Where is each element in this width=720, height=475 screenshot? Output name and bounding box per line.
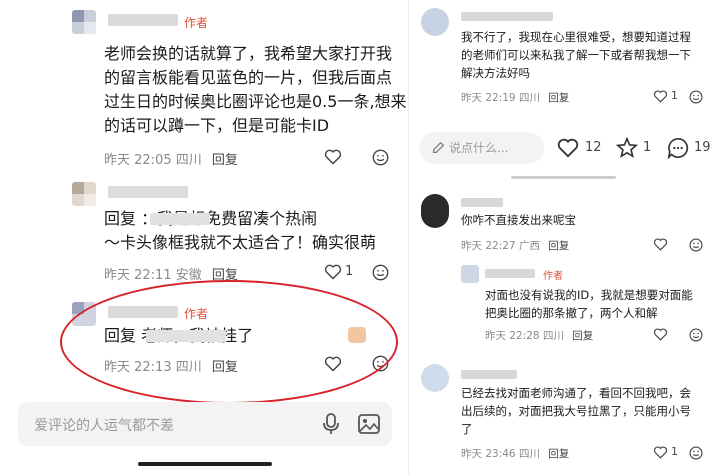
home-indicator	[138, 462, 272, 466]
like-count: 1	[345, 264, 354, 279]
timestamp: 昨天 22:19	[461, 92, 516, 104]
blurred-username	[108, 14, 178, 26]
reply-link[interactable]: 回复	[572, 330, 593, 342]
avatar[interactable]	[421, 8, 449, 36]
location: 四川	[518, 92, 540, 104]
right-comment-panel: 我不行了，我现在心里很难受，想要知道过程 的老师们可以来私我了解一下或者帮我想一…	[408, 0, 720, 475]
author-tag: 作者	[184, 16, 209, 30]
like-count: 1	[671, 445, 678, 458]
avatar[interactable]	[421, 194, 449, 228]
like-heart-icon[interactable]	[557, 138, 579, 158]
star-icon[interactable]	[616, 137, 638, 158]
image-icon[interactable]	[358, 414, 380, 434]
timestamp: 昨天 22:05	[104, 153, 172, 168]
reply-link[interactable]: 回复	[212, 153, 238, 168]
author-tag: 作者	[543, 271, 563, 282]
comment-meta: 昨天 22:19 四川 回复	[461, 90, 569, 105]
favorite-total: 1	[643, 140, 652, 155]
comment-meta: 昨天 23:46 四川 回复	[461, 446, 569, 461]
heart-icon[interactable]	[653, 446, 668, 459]
timestamp: 昨天 22:27	[461, 240, 516, 252]
timestamp: 昨天 22:11	[104, 268, 172, 283]
avatar[interactable]	[421, 364, 449, 392]
comment-meta: 昨天 22:27 广西 回复	[461, 238, 569, 253]
emoji-icon[interactable]	[372, 149, 389, 166]
reply-link[interactable]: 回复	[548, 448, 569, 460]
comment-meta: 昨天 22:05 四川 回复	[104, 149, 238, 168]
heart-icon[interactable]	[653, 328, 668, 341]
emoji-icon[interactable]	[689, 90, 703, 104]
emoji-icon[interactable]	[689, 446, 703, 460]
comment-text: 已经去找对面老师沟通了，看回不回我吧，会 出后续的，对面把我大号拉黑了，只能用小…	[461, 386, 691, 436]
microphone-icon[interactable]	[322, 413, 340, 435]
home-indicator	[511, 176, 616, 179]
reply-link[interactable]: 回复	[548, 92, 569, 104]
comment-text: 老师会换的话就算了，我希望大家打开我 的留言板能看见蓝色的一片，但我后面点 过生…	[104, 44, 407, 135]
comment-bubble-icon[interactable]	[667, 137, 689, 159]
avatar[interactable]	[72, 182, 96, 206]
highlight-circle	[60, 280, 398, 404]
heart-icon[interactable]	[324, 149, 342, 165]
blurred-username	[461, 198, 503, 207]
location: 四川	[518, 448, 540, 460]
comment-text: 对面也没有说我的ID，我就是想要对面能 把奥比圈的那条撤了，两个人和解	[485, 288, 693, 320]
location: 四川	[175, 153, 202, 168]
comment-input-bar[interactable]: 爱评论的人运气都不差	[18, 402, 392, 446]
heart-icon[interactable]	[653, 238, 668, 251]
heart-icon[interactable]	[324, 264, 342, 280]
like-count: 1	[671, 89, 678, 102]
comment-text: 你咋不直接发出来呢宝	[461, 213, 576, 227]
reply-link[interactable]: 回复	[548, 240, 569, 252]
blurred-mention	[150, 213, 210, 225]
emoji-icon[interactable]	[689, 328, 703, 342]
avatar[interactable]	[72, 10, 96, 34]
comment-text: 回复 ：我是想免费留凑个热闹 ～卡头像框我就不太适合了！确实很萌	[104, 209, 377, 252]
heart-icon[interactable]	[653, 90, 668, 103]
comment-text: 我不行了，我现在心里很难受，想要知道过程 的老师们可以来私我了解一下或者帮我想一…	[461, 30, 691, 80]
location: 四川	[542, 330, 564, 342]
emoji-icon[interactable]	[372, 264, 389, 281]
blurred-username	[108, 186, 188, 198]
avatar[interactable]	[461, 265, 479, 283]
left-comment-panel: 作者 老师会换的话就算了，我希望大家打开我 的留言板能看见蓝色的一片，但我后面点…	[0, 0, 408, 475]
comment-meta: 昨天 22:28 四川 回复	[485, 328, 593, 343]
say-something-input[interactable]: 说点什么...	[419, 132, 544, 164]
timestamp: 昨天 23:46	[461, 448, 516, 460]
pencil-icon	[433, 141, 445, 153]
blurred-username	[461, 370, 517, 379]
blurred-username	[461, 12, 553, 21]
like-total: 12	[585, 140, 602, 155]
comment-input-placeholder: 爱评论的人运气都不差	[34, 418, 174, 434]
blurred-username	[485, 269, 535, 278]
say-something-placeholder: 说点什么...	[449, 141, 509, 155]
location: 广西	[518, 240, 540, 252]
timestamp: 昨天 22:28	[485, 330, 540, 342]
comment-total: 19	[694, 140, 711, 155]
emoji-icon[interactable]	[689, 238, 703, 252]
